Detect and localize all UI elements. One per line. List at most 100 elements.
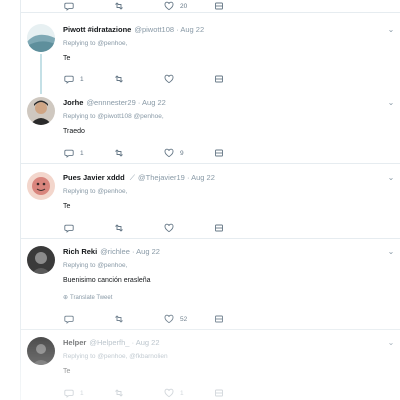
- reply-button[interactable]: 1: [64, 387, 84, 399]
- share-icon: [215, 149, 223, 157]
- chevron-down-icon[interactable]: ⌄: [386, 247, 396, 257]
- retweet-button[interactable]: [114, 222, 124, 234]
- tweet-text: Buenisimo canción erasleña: [63, 277, 151, 284]
- replying-to[interactable]: Replying to @penhoe,: [63, 262, 127, 269]
- user-handle[interactable]: @piwott108: [134, 25, 174, 34]
- reply-icon: [64, 224, 74, 233]
- chevron-down-icon[interactable]: ⌄: [386, 173, 396, 183]
- share-icon: [215, 75, 223, 83]
- reply-icon: [64, 2, 74, 11]
- retweet-button[interactable]: [114, 313, 124, 325]
- user-handle[interactable]: @Thejavier19: [138, 173, 185, 182]
- action-bar: 52: [64, 313, 244, 325]
- heart-icon: [164, 74, 174, 84]
- like-button[interactable]: 52: [164, 313, 187, 325]
- replying-to[interactable]: Replying to @penhoe, @fkbarnolien: [63, 353, 168, 360]
- avatar[interactable]: [27, 24, 55, 52]
- reply-button[interactable]: 1: [64, 73, 84, 85]
- divider: [20, 329, 400, 330]
- replying-to[interactable]: Replying to @penhoe,: [63, 40, 127, 47]
- heart-icon: [164, 388, 174, 398]
- tweet-text: Te: [63, 203, 71, 210]
- like-button[interactable]: [164, 222, 174, 234]
- timestamp[interactable]: · Aug 22: [138, 98, 166, 107]
- tweet-header: Piwott #idratazione @piwott108 · Aug 22: [63, 25, 204, 34]
- reply-count: 1: [80, 149, 84, 157]
- tweet-text: Te: [63, 55, 71, 62]
- share-icon: [215, 389, 223, 397]
- share-button[interactable]: [214, 313, 224, 325]
- share-button[interactable]: [214, 222, 224, 234]
- retweet-button[interactable]: [114, 387, 124, 399]
- reply-button[interactable]: [64, 313, 74, 325]
- like-count: 1: [180, 389, 184, 397]
- action-bar: 1 1: [64, 387, 244, 399]
- share-icon: [215, 224, 223, 232]
- display-name[interactable]: Rich Reki: [63, 247, 97, 256]
- heart-icon: [164, 148, 174, 158]
- retweet-button[interactable]: [114, 0, 124, 12]
- timestamp[interactable]: · Aug 22: [176, 25, 204, 34]
- like-button[interactable]: 20: [164, 0, 187, 12]
- display-name[interactable]: Jorhe: [63, 98, 83, 107]
- reply-button[interactable]: 1: [64, 147, 84, 159]
- chevron-down-icon[interactable]: ⌄: [386, 338, 396, 348]
- display-name[interactable]: Pues Javier xddd: [63, 173, 125, 182]
- retweet-icon: [115, 224, 123, 232]
- heart-icon: [164, 1, 174, 11]
- retweet-icon: [115, 75, 123, 83]
- retweet-button[interactable]: [114, 147, 124, 159]
- user-handle[interactable]: @richlee: [100, 247, 130, 256]
- action-bar: 20: [64, 0, 244, 12]
- tweet-text: Te: [63, 368, 71, 375]
- share-button[interactable]: [214, 73, 224, 85]
- share-icon: [215, 315, 223, 323]
- reply-button[interactable]: [64, 0, 74, 12]
- action-bar: [64, 222, 244, 234]
- reply-count: 1: [80, 389, 84, 397]
- user-handle[interactable]: @Helperfh_: [89, 338, 129, 347]
- like-count: 9: [180, 149, 184, 157]
- tweet-header: Pues Javier xddd ⟋ @Thejavier19 · Aug 22: [63, 173, 215, 183]
- tweet-header: Helper @Helperfh_ · Aug 22: [63, 338, 160, 347]
- display-name[interactable]: Helper: [63, 338, 86, 347]
- chevron-down-icon[interactable]: ⌄: [386, 98, 396, 108]
- translate-label: Translate Tweet: [70, 295, 113, 301]
- share-button[interactable]: [214, 0, 224, 12]
- tweet-header: Rich Reki @richlee · Aug 22: [63, 247, 160, 256]
- avatar[interactable]: [27, 172, 55, 200]
- like-button[interactable]: 9: [164, 147, 184, 159]
- avatar[interactable]: [27, 246, 55, 274]
- reply-button[interactable]: [64, 222, 74, 234]
- replying-to[interactable]: Replying to @penhoe,: [63, 188, 127, 195]
- heart-icon: [164, 223, 174, 233]
- reply-icon: [64, 75, 74, 84]
- retweet-icon: [115, 389, 123, 397]
- thread-line: [40, 54, 42, 94]
- reply-icon: [64, 389, 74, 398]
- timestamp[interactable]: · Aug 22: [187, 173, 215, 182]
- verified-icon: ⟋: [129, 173, 136, 182]
- divider: [20, 238, 400, 239]
- reply-icon: [64, 149, 74, 158]
- retweet-button[interactable]: [114, 73, 124, 85]
- share-button[interactable]: [214, 147, 224, 159]
- heart-icon: [164, 314, 174, 324]
- retweet-icon: [115, 315, 123, 323]
- like-count: 20: [180, 2, 188, 10]
- tweet-header: Jorhe @ennnester29 · Aug 22: [63, 98, 166, 107]
- replying-to[interactable]: Replying to @piwott108 @penhoe,: [63, 113, 164, 120]
- share-button[interactable]: [214, 387, 224, 399]
- like-button[interactable]: 1: [164, 387, 184, 399]
- display-name[interactable]: Piwott #idratazione: [63, 25, 131, 34]
- avatar[interactable]: [27, 337, 55, 365]
- avatar[interactable]: [27, 97, 55, 125]
- user-handle[interactable]: @ennnester29: [86, 98, 135, 107]
- share-icon: [215, 2, 223, 10]
- timestamp[interactable]: · Aug 22: [132, 247, 160, 256]
- timestamp[interactable]: · Aug 22: [132, 338, 160, 347]
- translate-tweet-link[interactable]: ⊕ Translate Tweet: [63, 294, 112, 301]
- chevron-down-icon[interactable]: ⌄: [386, 25, 396, 35]
- reply-count: 1: [80, 75, 84, 83]
- like-button[interactable]: [164, 73, 174, 85]
